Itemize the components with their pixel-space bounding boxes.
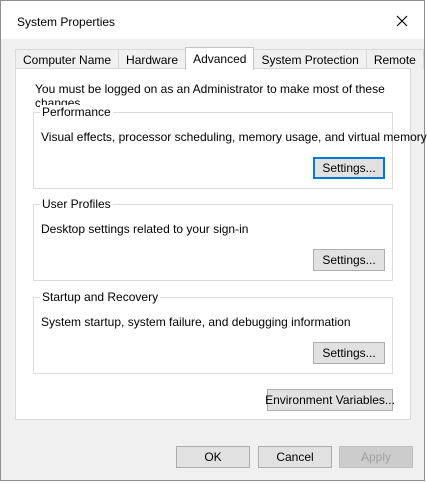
user-profiles-group: User Profiles Desktop settings related t… (33, 197, 393, 281)
performance-group: Performance Visual effects, processor sc… (33, 105, 427, 189)
performance-settings-button[interactable]: Settings... (313, 157, 385, 179)
startup-recovery-description: System startup, system failure, and debu… (41, 315, 351, 329)
dialog-footer: OK Cancel Apply (1, 438, 424, 482)
performance-description: Visual effects, processor scheduling, me… (41, 130, 427, 144)
user-profiles-title: User Profiles (40, 197, 113, 211)
tab-advanced[interactable]: Advanced (185, 47, 255, 70)
close-icon[interactable] (388, 9, 416, 33)
performance-title: Performance (40, 105, 113, 119)
tab-hardware[interactable]: Hardware (118, 49, 187, 69)
user-profiles-settings-button[interactable]: Settings... (313, 249, 385, 271)
tab-computer-name[interactable]: Computer Name (15, 49, 120, 69)
title-bar: System Properties (1, 1, 424, 39)
tab-remote[interactable]: Remote (365, 49, 424, 69)
startup-recovery-settings-button[interactable]: Settings... (313, 342, 385, 364)
tab-system-protection[interactable]: System Protection (253, 49, 367, 69)
startup-recovery-group: Startup and Recovery System startup, sys… (33, 290, 393, 374)
ok-button[interactable]: OK (176, 446, 250, 468)
system-properties-window: System Properties Computer Name Hardware… (0, 0, 427, 482)
cancel-button[interactable]: Cancel (258, 446, 332, 468)
advanced-panel: You must be logged on as an Administrato… (15, 68, 427, 420)
tab-strip: Computer Name Hardware Advanced System P… (15, 47, 424, 70)
user-profiles-description: Desktop settings related to your sign-in (41, 222, 249, 236)
apply-button[interactable]: Apply (339, 446, 413, 468)
window-title: System Properties (17, 15, 116, 29)
environment-variables-button[interactable]: Environment Variables... (265, 389, 395, 411)
startup-recovery-title: Startup and Recovery (40, 290, 161, 304)
